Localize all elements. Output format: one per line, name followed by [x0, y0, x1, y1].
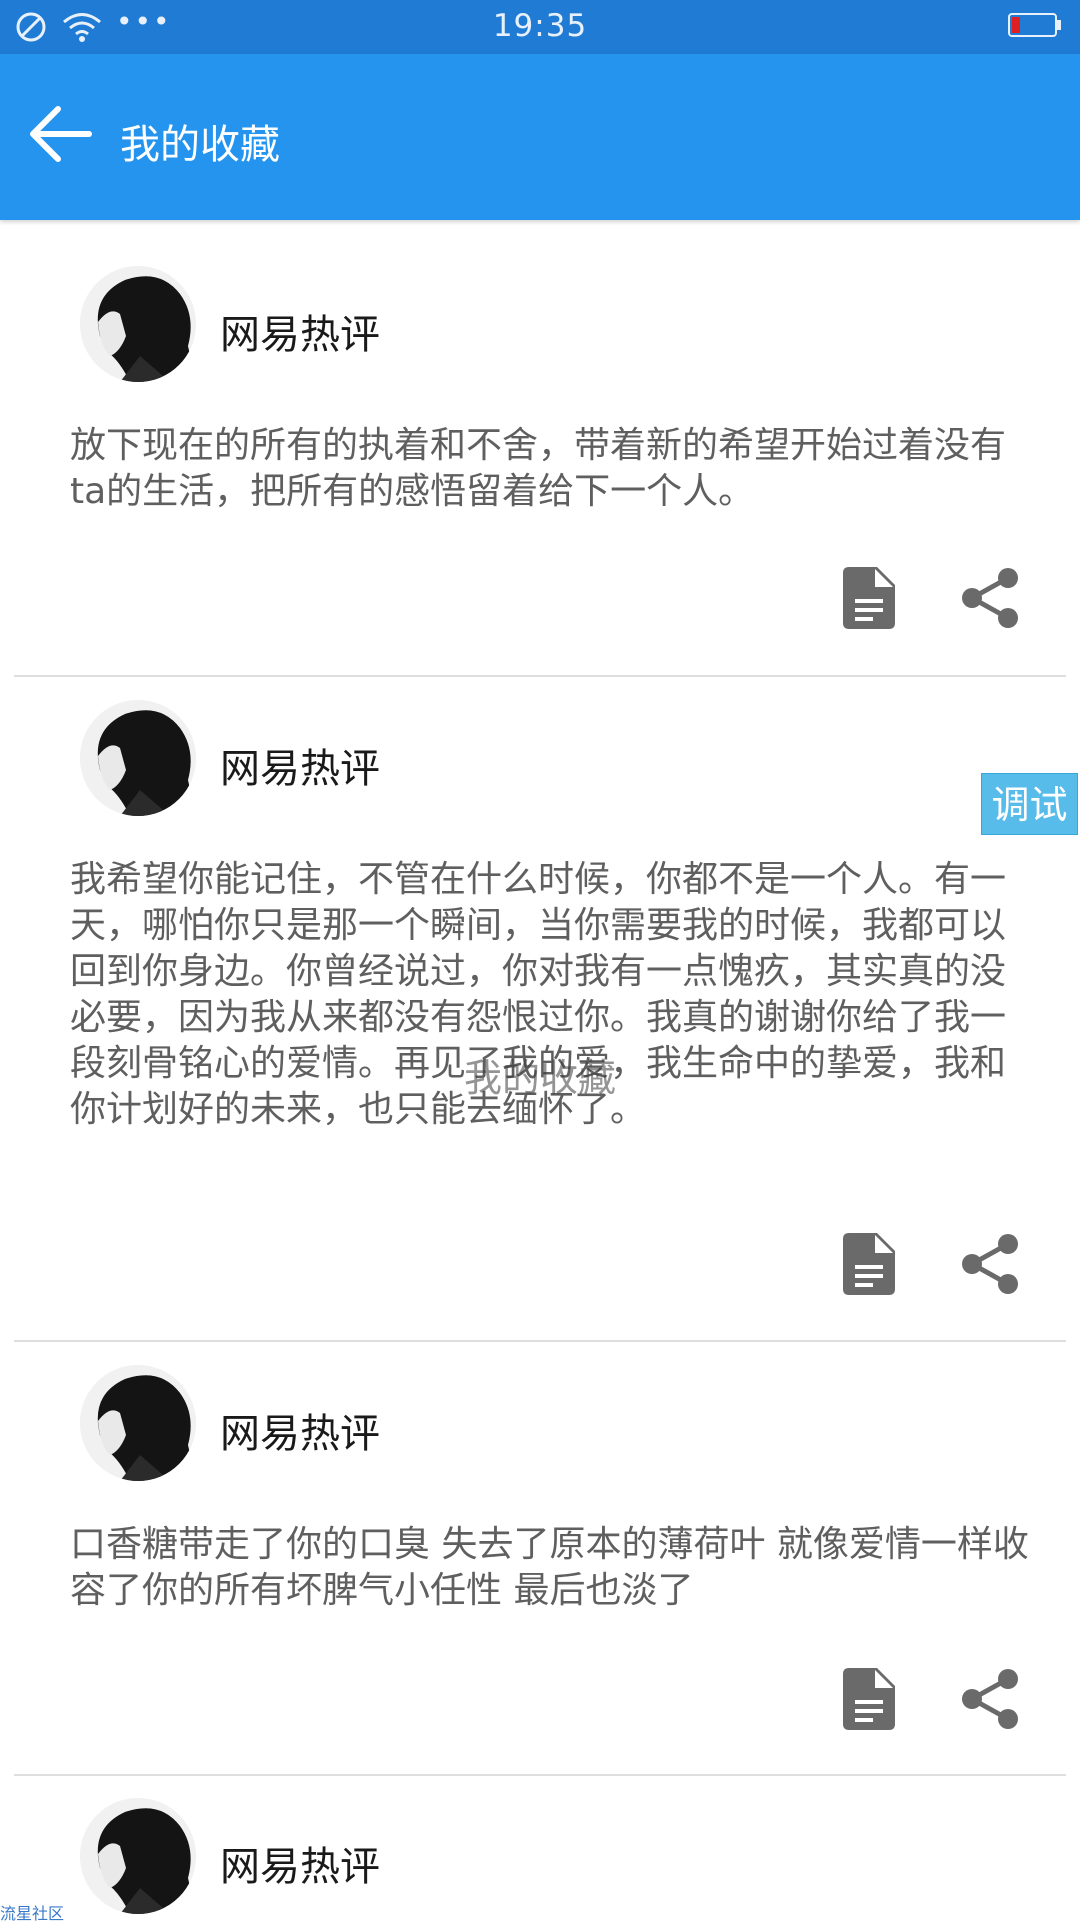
card-author: 网易热评: [220, 1411, 380, 1457]
share-icon: [962, 1234, 1018, 1294]
corner-tag: 流星社区: [0, 1904, 65, 1923]
favorite-card: 网易热评 口香糖带走了你的口臭 失去了原本的薄荷叶 就像爱情一样收容了你的所有坏…: [0, 1342, 1080, 1774]
share-button[interactable]: [958, 1667, 1022, 1731]
document-icon: [843, 1668, 895, 1730]
share-icon: [962, 1669, 1018, 1729]
arrow-left-icon: [30, 106, 92, 162]
back-button[interactable]: [20, 94, 100, 174]
app-bar: 我的收藏: [0, 54, 1080, 220]
document-icon: [843, 567, 895, 629]
favorite-card: 网易热评: [0, 1776, 1080, 1920]
avatar[interactable]: [80, 266, 196, 382]
battery-low-icon: [1008, 13, 1061, 37]
status-bar: ••• 19:35: [0, 0, 1080, 54]
card-author: 网易热评: [220, 1844, 380, 1890]
card-author: 网易热评: [220, 746, 380, 792]
document-icon: [843, 1233, 895, 1295]
share-button[interactable]: [958, 566, 1022, 630]
card-content: 放下现在的所有的执着和不舍，带着新的希望开始过着没有ta的生活，把所有的感悟留着…: [70, 425, 1007, 512]
share-button[interactable]: [958, 1232, 1022, 1296]
card-author: 网易热评: [220, 312, 380, 358]
detail-button[interactable]: [837, 1232, 901, 1296]
page-title: 我的收藏: [120, 122, 280, 168]
detail-button[interactable]: [837, 566, 901, 630]
avatar[interactable]: [80, 1798, 196, 1914]
debug-badge[interactable]: 调试: [981, 773, 1078, 835]
avatar[interactable]: [80, 1365, 196, 1481]
avatar[interactable]: [80, 700, 196, 816]
card-content: 口香糖带走了你的口臭 失去了原本的薄荷叶 就像爱情一样收容了你的所有坏脾气小任性…: [70, 1524, 1029, 1611]
detail-button[interactable]: [837, 1667, 901, 1731]
status-time: 19:35: [492, 8, 588, 44]
favorite-card: 网易热评 我希望你能记住，不管在什么时候，你都不是一个人。有一天，哪怕你只是那一…: [0, 677, 1080, 1340]
watermark-overlay: 我的收藏: [463, 1056, 616, 1100]
favorite-card: 网易热评 放下现在的所有的执着和不舍，带着新的希望开始过着没有ta的生活，把所有…: [0, 220, 1080, 675]
share-icon: [962, 568, 1018, 628]
